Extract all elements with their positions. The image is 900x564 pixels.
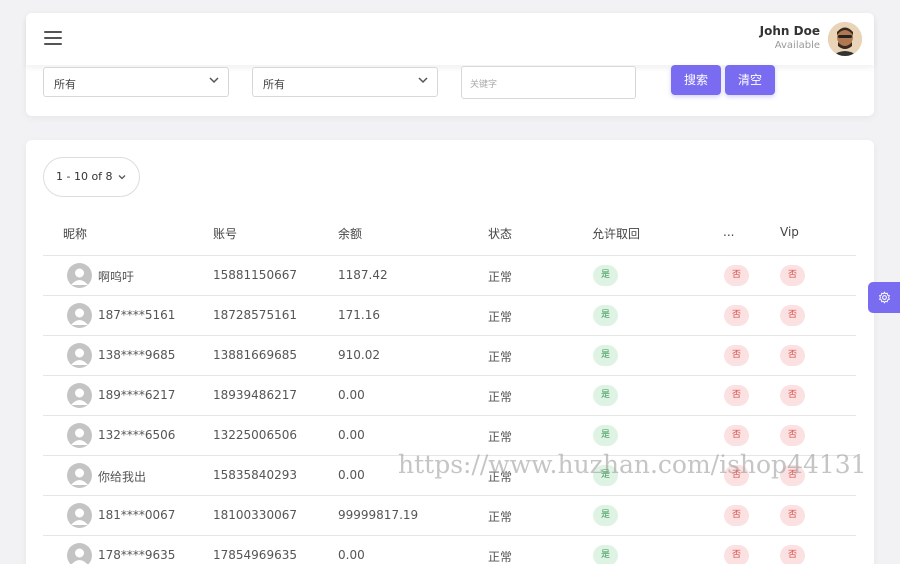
badge-more: 否 [724,265,749,286]
cell-account: 18939486217 [213,388,297,402]
badge-allow: 是 [593,545,618,564]
cell-account: 13225006506 [213,428,297,442]
table-row[interactable]: 132****6506 13225006506 0.00 正常 是 否 否 [43,415,856,455]
column-header-status[interactable]: 状态 [488,225,512,242]
badge-more: 否 [724,305,749,326]
column-header-allow-retrieve[interactable]: 允许取回 [592,225,640,242]
user-avatar-icon [67,463,92,488]
column-header-more[interactable]: ... [723,225,734,239]
filter-card: John Doe Available 所有 所有 关键字 搜索 清空 [26,13,874,116]
badge-allow: 是 [593,425,618,446]
watermark-text: https://www.huzhan.com/ishop44131 [398,450,867,479]
filter-select-1-value: 所有 [54,78,76,91]
column-header-account[interactable]: 账号 [213,225,237,242]
user-avatar[interactable] [828,22,862,56]
table-card: 1 - 10 of 8 昵称 账号 余额 状态 允许取回 ... Vip 啊呜吁… [26,140,874,564]
cell-account: 17854969635 [213,548,297,562]
clear-button[interactable]: 清空 [725,65,775,95]
cell-account: 13881669685 [213,348,297,362]
badge-vip: 否 [780,425,805,446]
search-button[interactable]: 搜索 [671,65,721,95]
cell-status: 正常 [488,510,513,524]
cell-nickname: 187****5161 [98,308,176,322]
cell-nickname: 啊呜吁 [98,270,135,284]
cell-nickname: 138****9685 [98,348,176,362]
cell-nickname: 你给我出 [98,470,147,484]
cell-status: 正常 [488,350,513,364]
badge-vip: 否 [780,305,805,326]
badge-allow: 是 [593,345,618,366]
filter-select-2-value: 所有 [263,78,285,91]
user-avatar-icon [67,423,92,448]
user-name: John Doe [759,24,820,38]
cell-status: 正常 [488,430,513,444]
filter-select-1[interactable]: 所有 [43,67,229,97]
cell-status: 正常 [488,310,513,324]
cell-balance: 0.00 [338,388,365,402]
cell-nickname: 132****6506 [98,428,176,442]
badge-vip: 否 [780,505,805,526]
keyword-input[interactable]: 关键字 [461,66,636,99]
badge-vip: 否 [780,385,805,406]
top-navbar: John Doe Available [26,13,874,65]
cell-status: 正常 [488,550,513,564]
pagination-label: 1 - 10 of 8 [56,170,113,183]
badge-allow: 是 [593,505,618,526]
keyword-placeholder: 关键字 [470,80,498,90]
chevron-down-icon [118,175,126,180]
table-row[interactable]: 138****9685 13881669685 910.02 正常 是 否 否 [43,335,856,375]
cell-account: 18100330067 [213,508,297,522]
cell-balance: 0.00 [338,428,365,442]
badge-vip: 否 [780,265,805,286]
hamburger-icon[interactable] [44,31,62,45]
badge-more: 否 [724,345,749,366]
column-header-balance[interactable]: 余额 [338,225,362,242]
cell-nickname: 181****0067 [98,508,176,522]
badge-allow: 是 [593,385,618,406]
column-header-nickname[interactable]: 昵称 [63,225,87,242]
cell-balance: 1187.42 [338,268,388,282]
badge-more: 否 [724,505,749,526]
settings-tab[interactable] [868,282,900,313]
cell-status: 正常 [488,270,513,284]
badge-vip: 否 [780,545,805,564]
cell-account: 18728575161 [213,308,297,322]
user-avatar-icon [67,343,92,368]
table-row[interactable]: 啊呜吁 15881150667 1187.42 正常 是 否 否 [43,255,856,295]
gear-icon [879,291,890,304]
table-row[interactable]: 181****0067 18100330067 99999817.19 正常 是… [43,495,856,535]
badge-allow: 是 [593,305,618,326]
filter-row: 所有 所有 关键字 搜索 清空 [26,65,874,116]
user-status: Available [774,40,820,51]
chevron-down-icon [418,77,428,84]
cell-balance: 910.02 [338,348,380,362]
filter-select-2[interactable]: 所有 [252,67,438,97]
badge-more: 否 [724,385,749,406]
badge-vip: 否 [780,345,805,366]
badge-more: 否 [724,425,749,446]
table-row[interactable]: 187****5161 18728575161 171.16 正常 是 否 否 [43,295,856,335]
badge-more: 否 [724,545,749,564]
user-avatar-icon [67,543,92,564]
cell-nickname: 178****9635 [98,548,176,562]
badge-allow: 是 [593,265,618,286]
user-avatar-icon [67,503,92,528]
pagination-select[interactable]: 1 - 10 of 8 [43,157,140,197]
user-avatar-icon [67,303,92,328]
table-row[interactable]: 189****6217 18939486217 0.00 正常 是 否 否 [43,375,856,415]
table-row[interactable]: 178****9635 17854969635 0.00 正常 是 否 否 [43,535,856,564]
cell-status: 正常 [488,390,513,404]
column-header-vip[interactable]: Vip [780,225,799,239]
cell-balance: 171.16 [338,308,380,322]
cell-nickname: 189****6217 [98,388,176,402]
user-avatar-icon [67,263,92,288]
chevron-down-icon [209,77,219,84]
user-avatar-icon [67,383,92,408]
cell-balance: 99999817.19 [338,508,419,522]
cell-account: 15835840293 [213,468,297,482]
cell-account: 15881150667 [213,268,297,282]
cell-balance: 0.00 [338,468,365,482]
cell-balance: 0.00 [338,548,365,562]
